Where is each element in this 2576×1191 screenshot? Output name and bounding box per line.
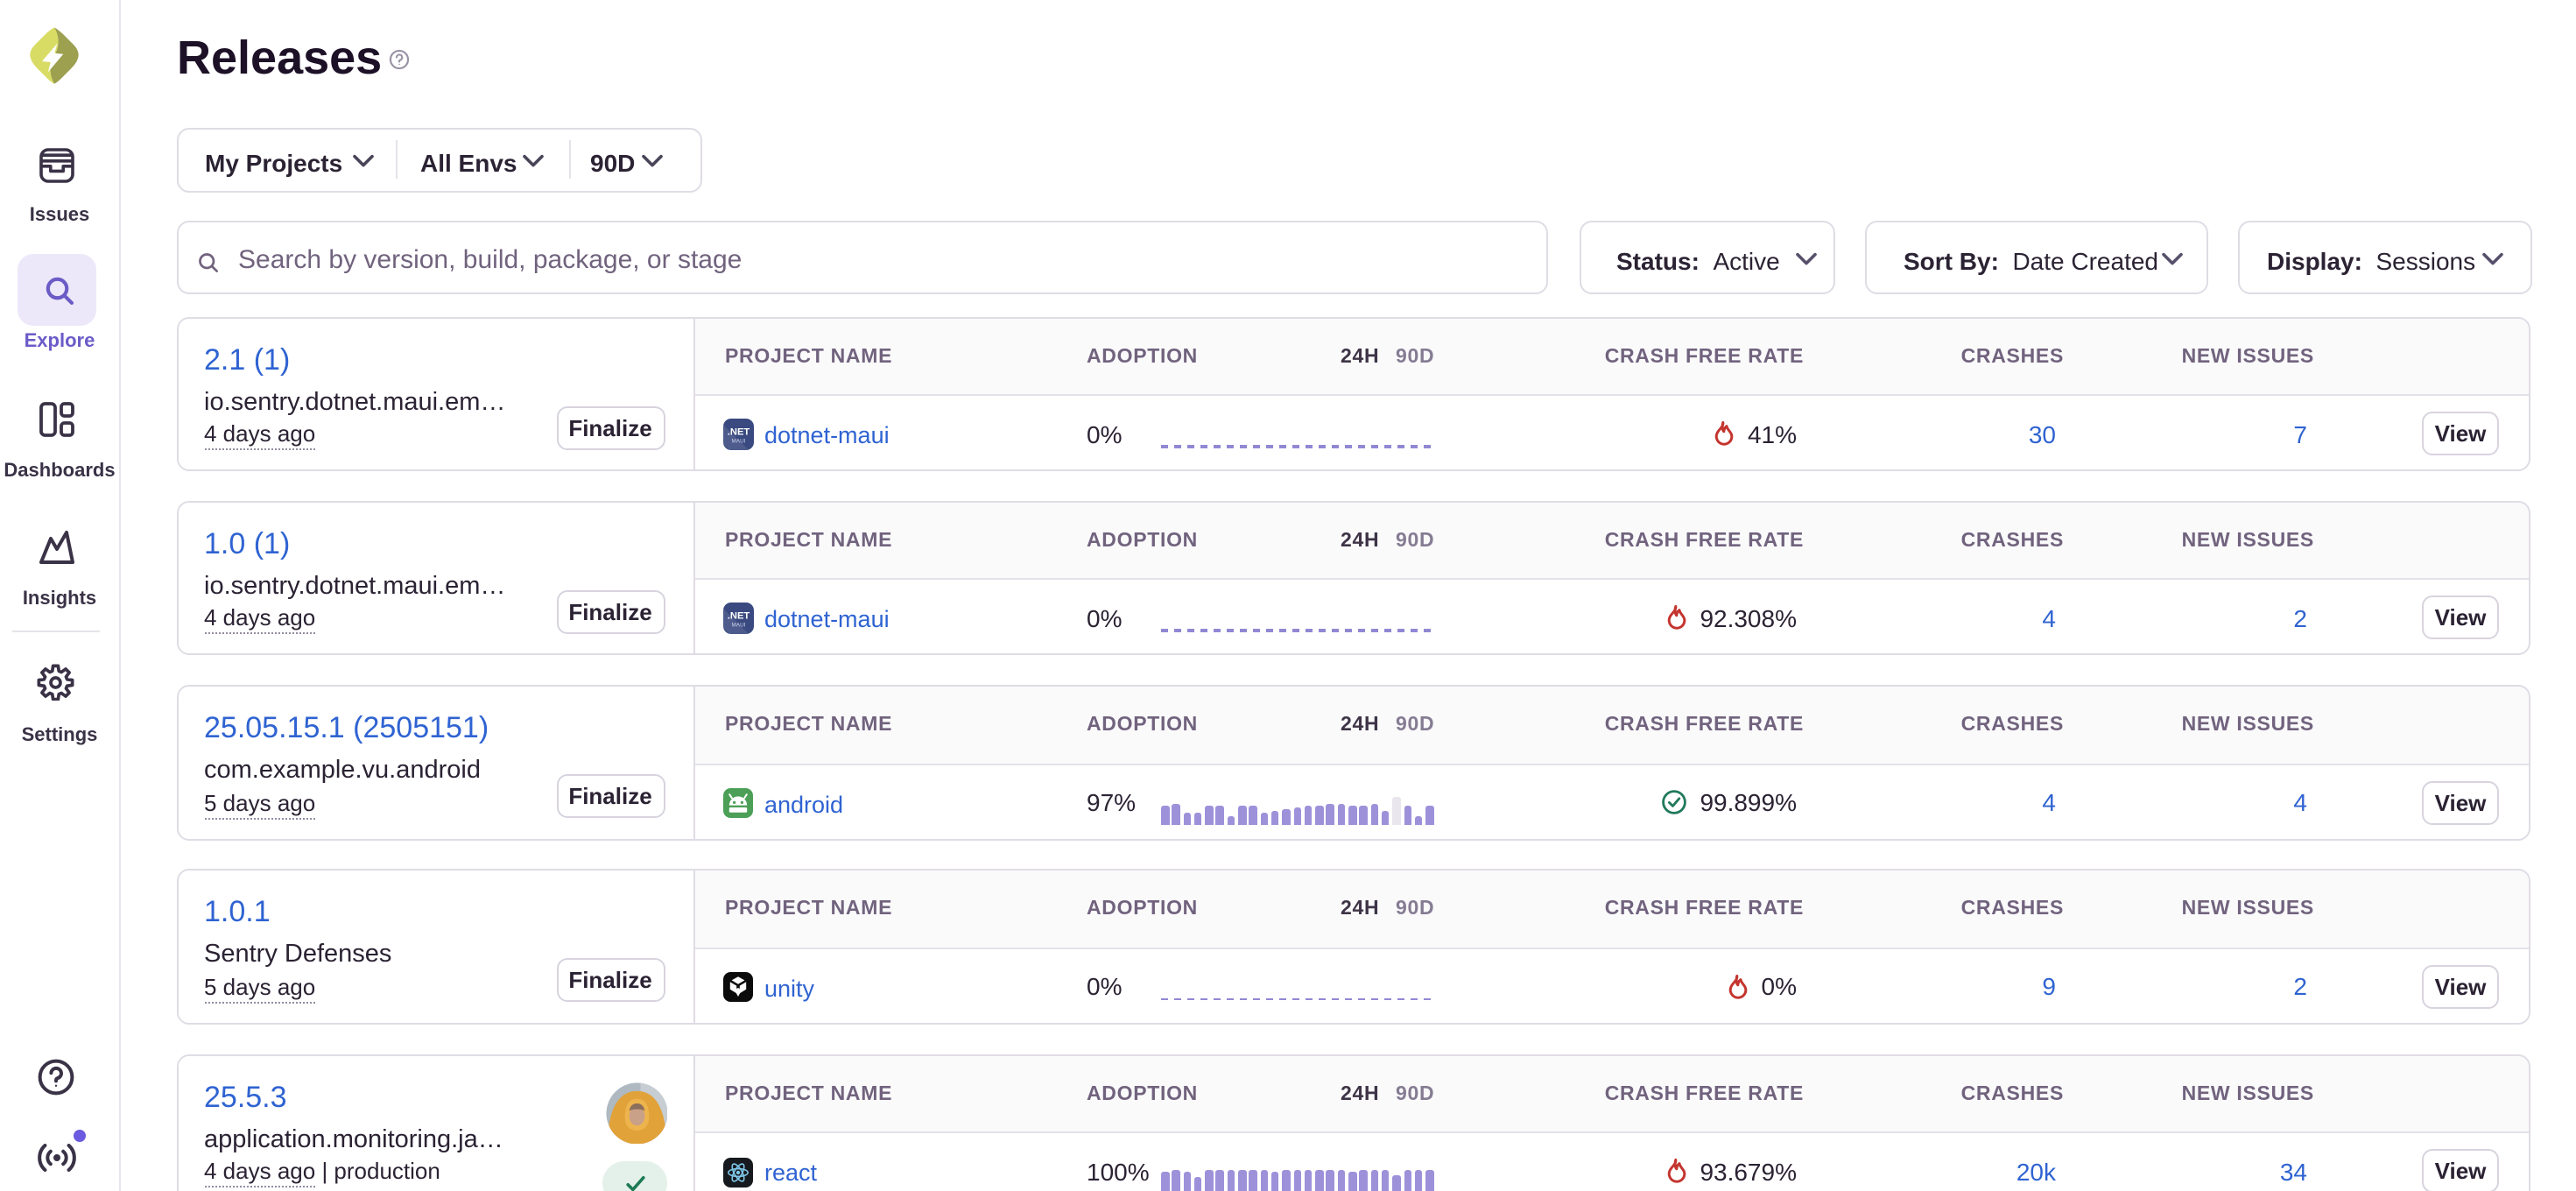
svg-text:MAUI: MAUI (732, 438, 746, 444)
svg-text:.NET: .NET (728, 426, 750, 436)
svg-text:.NET: .NET (728, 610, 750, 621)
svg-text:MAUI: MAUI (732, 622, 746, 628)
